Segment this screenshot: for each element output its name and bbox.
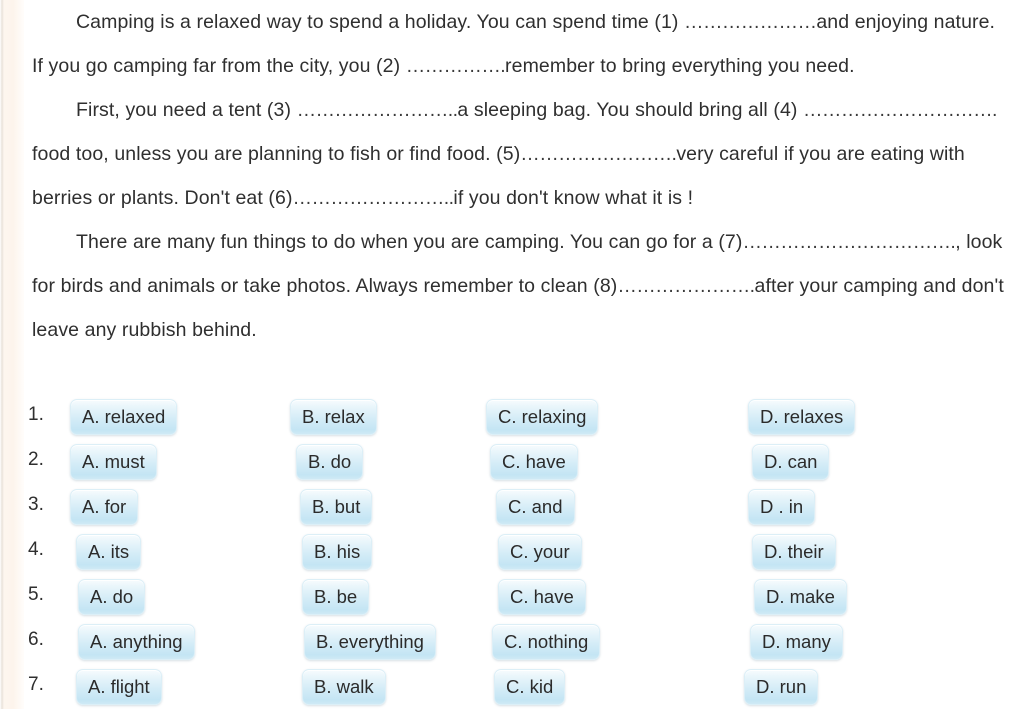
blank-dotted-line: …………………………. (803, 99, 997, 121)
question-row: 7. A. flight B. walk C. kid D. run (0, 666, 1024, 711)
question-row: 4. A. its B. his C. your D. their (0, 531, 1024, 576)
blank-dotted-line: …………………….. (296, 99, 458, 121)
answer-option-d[interactable]: D. run (744, 669, 819, 705)
answer-option-a[interactable]: A. do (78, 579, 146, 615)
question-row: 3. A. for B. but C. and D . in (0, 486, 1024, 531)
answer-option-c[interactable]: C. nothing (492, 624, 601, 660)
answer-option-b[interactable]: B. relax (290, 399, 377, 435)
blank-dotted-line: ……………………………. (742, 231, 956, 253)
passage-text: food too, unless you are planning to fis… (32, 143, 521, 165)
answer-option-c[interactable]: C. kid (494, 669, 566, 705)
passage-text: Camping is a relaxed way to spend a holi… (76, 11, 685, 33)
answer-option-d[interactable]: D. their (752, 534, 836, 570)
multiple-choice-question-list: 1. A. relaxed B. relax C. relaxing D. relaxe… (0, 396, 1024, 711)
passage-paragraph: Camping is a relaxed way to spend a holi… (0, 0, 1024, 88)
blank-dotted-line: …………………….. (292, 187, 454, 209)
blank-dotted-line: ……………………. (520, 143, 677, 165)
answer-option-d[interactable]: D. can (752, 444, 830, 480)
answer-option-d[interactable]: D . in (748, 489, 816, 525)
answer-option-a[interactable]: A. relaxed (70, 399, 178, 435)
answer-option-c[interactable]: C. relaxing (486, 399, 599, 435)
answer-option-c[interactable]: C. your (498, 534, 582, 570)
answer-option-a[interactable]: A. anything (78, 624, 195, 660)
passage-text: There are many fun things to do when you… (76, 231, 743, 253)
answer-option-b[interactable]: B. do (296, 444, 364, 480)
passage-paragraph: There are many fun things to do when you… (0, 220, 1024, 352)
blank-dotted-line: …………………. (617, 275, 755, 297)
question-row: 5. A. do B. be C. have D. make (0, 576, 1024, 621)
answer-option-b[interactable]: B. walk (302, 669, 386, 705)
answer-option-b[interactable]: B. but (300, 489, 373, 525)
question-number: 3. (28, 494, 44, 515)
answer-option-b[interactable]: B. his (302, 534, 373, 570)
passage-text: First, you need a tent (3) (76, 99, 297, 121)
answer-option-a[interactable]: A. flight (76, 669, 162, 705)
question-number: 1. (28, 404, 44, 425)
blank-dotted-line: ……………. (405, 55, 506, 77)
question-number: 2. (28, 449, 44, 470)
answer-option-d[interactable]: D. make (754, 579, 847, 615)
question-number: 4. (28, 539, 44, 560)
question-row: 2. A. must B. do C. have D. can (0, 441, 1024, 486)
answer-option-b[interactable]: B. everything (304, 624, 436, 660)
question-number: 5. (28, 584, 44, 605)
answer-option-d[interactable]: D. many (750, 624, 843, 660)
question-number: 6. (28, 629, 44, 650)
answer-option-d[interactable]: D. relaxes (748, 399, 856, 435)
answer-option-a[interactable]: A. for (70, 489, 139, 525)
answer-option-c[interactable]: C. and (496, 489, 575, 525)
passage-paragraph: First, you need a tent (3) ……………………..a s… (0, 88, 1024, 220)
reading-passage: Camping is a relaxed way to spend a holi… (0, 0, 1024, 352)
answer-option-c[interactable]: C. have (498, 579, 586, 615)
answer-option-c[interactable]: C. have (490, 444, 578, 480)
passage-text: a sleeping bag. You should bring all (4) (457, 99, 804, 121)
blank-dotted-line: ………………… (684, 11, 817, 33)
question-row: 6. A. anything B. everything C. nothing D. m… (0, 621, 1024, 666)
answer-option-a[interactable]: A. its (76, 534, 142, 570)
answer-option-b[interactable]: B. be (302, 579, 370, 615)
answer-option-a[interactable]: A. must (70, 444, 157, 480)
passage-text: if you don't know what it is ! (453, 187, 694, 209)
passage-text: remember to bring everything you need. (505, 55, 855, 77)
question-number: 7. (28, 674, 44, 695)
question-row: 1. A. relaxed B. relax C. relaxing D. relaxe… (0, 396, 1024, 441)
